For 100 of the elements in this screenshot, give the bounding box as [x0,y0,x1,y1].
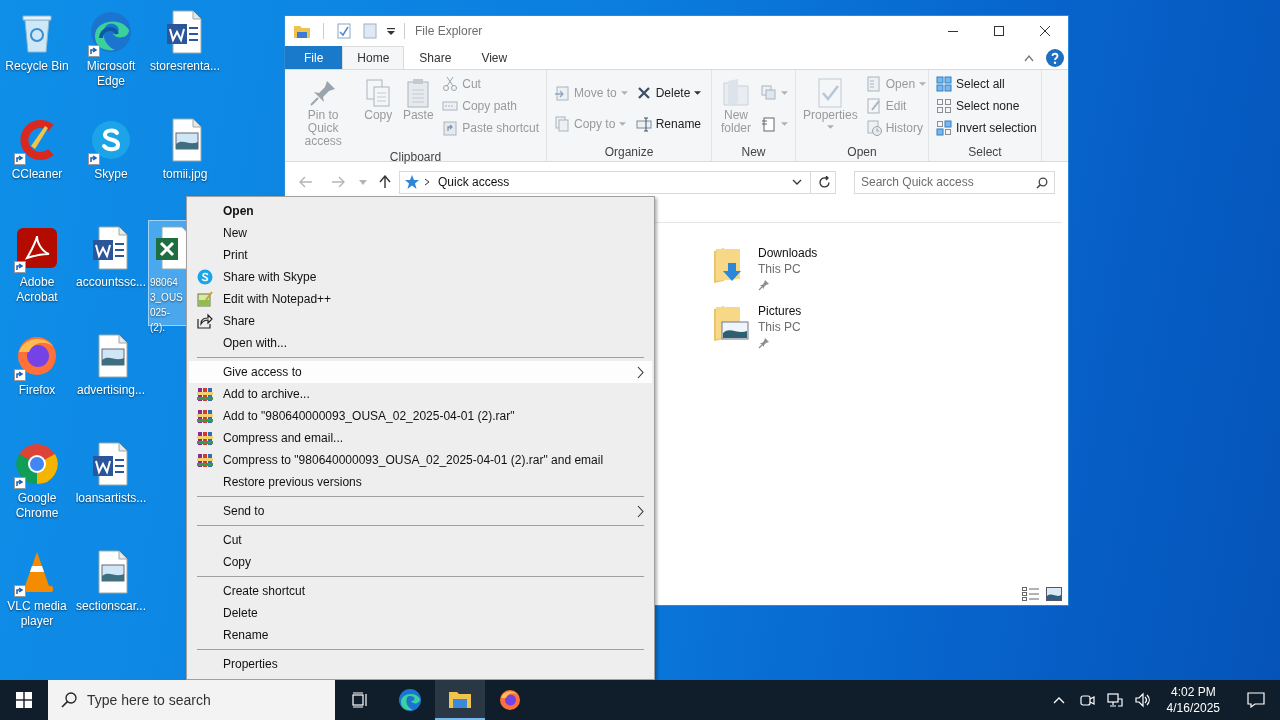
folder-location: This PC [758,261,802,277]
delete-x-icon [635,84,652,101]
new-folder-icon [720,77,752,109]
desktop-item[interactable]: storesrenta... [148,4,222,110]
details-view-icon[interactable] [1022,587,1040,601]
desktop-item[interactable]: Microsoft Edge [74,4,148,110]
chat-bubble-icon [197,269,213,285]
menu-item[interactable]: Copy [189,551,652,573]
group-label: Open [846,144,878,161]
desktop-item[interactable]: Google Chrome [0,436,74,542]
menu-item[interactable]: Delete [189,602,652,624]
task-view-icon [352,692,368,708]
menu-item[interactable]: Restore previous versions [189,471,652,493]
menu-item[interactable]: Compress and email... [189,427,652,449]
folder-item[interactable]: Downloads This PC [710,245,1068,291]
collapse-ribbon-icon[interactable] [1024,53,1034,62]
taskbar-app-button[interactable] [435,680,485,720]
up-arrow-icon[interactable] [379,175,391,189]
ribbon-button[interactable]: Invert selection [933,117,1040,139]
copy-to-icon [554,115,570,132]
swirl-globe-icon [398,688,422,712]
archive-books-icon [197,408,213,424]
maximize-icon [994,26,1004,36]
menu-item[interactable]: Cut [189,529,652,551]
notification-icon [1247,692,1265,708]
desktop-item[interactable]: Firefox [0,328,74,434]
volume-icon[interactable] [1134,692,1151,708]
menu-item[interactable]: Add to archive... [189,383,652,405]
ribbon-tab[interactable]: View [466,46,523,69]
desktop-item[interactable]: accountssc... [74,220,148,326]
caret-icon[interactable] [386,26,396,36]
fox-globe-icon [498,688,522,712]
paste-shortcut-icon [442,120,459,136]
ribbon-tab[interactable]: File [285,46,343,69]
ribbon-button[interactable]: Select none [933,95,1040,117]
properties-check-icon[interactable] [337,23,351,39]
menu-item[interactable]: Open with... [189,332,652,354]
menu-item[interactable]: Create shortcut [189,580,652,602]
desktop-item[interactable]: Adobe Acrobat [0,220,74,326]
close-icon [1040,26,1050,36]
folder-name: Pictures [758,303,802,319]
desktop-item[interactable]: advertising... [74,328,148,434]
group-label: Organize [603,144,655,161]
archive-books-icon [197,386,213,402]
ribbon-button[interactable]: Delete [632,81,705,104]
new-item-icon [761,84,777,101]
easy-access-icon [761,115,777,132]
chevron-up-icon[interactable] [1052,696,1065,704]
menu-item[interactable]: Rename [189,624,652,646]
quick-access-star-icon [404,174,420,190]
ribbon-tab[interactable]: Home [342,46,405,69]
group-label: Select [967,144,1003,161]
meet-now-icon[interactable] [1078,692,1095,708]
desktop-item[interactable]: Recycle Bin [0,4,74,110]
windows-logo-icon [16,692,32,708]
rename-icon [635,115,652,132]
scissors-icon [442,76,459,92]
clock[interactable]: 4:02 PM 4/16/2025 [1158,684,1228,716]
menu-item[interactable]: Properties [189,653,652,675]
move-to-icon [554,84,570,101]
desktop-item[interactable]: Skype [74,112,148,218]
search-icon [61,692,77,708]
search-field[interactable]: Search Quick access [854,170,1055,194]
ribbon-button[interactable]: Rename [632,112,705,135]
dropdown-chevron-icon[interactable] [792,179,802,185]
network-icon[interactable] [1106,692,1123,708]
notepad-icon [197,291,213,307]
share-icon [197,313,213,329]
group-label: Clipboard [388,149,443,166]
path-bar-icon [442,98,459,114]
history-icon [865,120,882,136]
folder-item[interactable]: Pictures This PC [710,303,1068,349]
refresh-icon[interactable] [819,175,831,189]
folder-icon [293,23,311,39]
ribbon-button[interactable]: Select all [933,73,1040,95]
folder-location: This PC [758,319,802,335]
ribbon-tab[interactable]: Share [404,46,467,69]
desktop-item[interactable]: loansartists... [74,436,148,542]
desktop-item[interactable]: sectionscar... [74,544,148,650]
desktop-item[interactable]: CCleaner [0,112,74,218]
menu-item[interactable]: Give access to [189,361,652,383]
menu-item[interactable]: Compress to "980640000093_OUSA_02_2025-04-01 (2).rar" and email [189,449,652,471]
folder-name: Downloads [758,245,818,261]
search-icon [1036,176,1048,189]
archive-books-icon [197,452,213,468]
open-file-icon [865,76,882,92]
menu-item[interactable]: Add to "980640000093_OUSA_02_2025-04-01 (2).rar" [189,405,652,427]
address-bar[interactable]: Quick access [399,170,836,194]
chevron-icon [424,178,430,186]
invert-selection-icon [936,120,952,136]
menu-item[interactable]: Send to [189,500,652,522]
window-title: File Explorer [415,23,483,40]
group-label: New [740,144,767,161]
desktop-item[interactable]: VLC media player [0,544,74,650]
large-icons-view-icon[interactable] [1046,587,1062,601]
edit-icon [865,98,882,114]
archive-books-icon [197,430,213,446]
help-icon[interactable] [1046,48,1064,67]
select-none-icon [936,98,952,114]
taskbar-search-field[interactable]: Type here to search [48,680,335,720]
